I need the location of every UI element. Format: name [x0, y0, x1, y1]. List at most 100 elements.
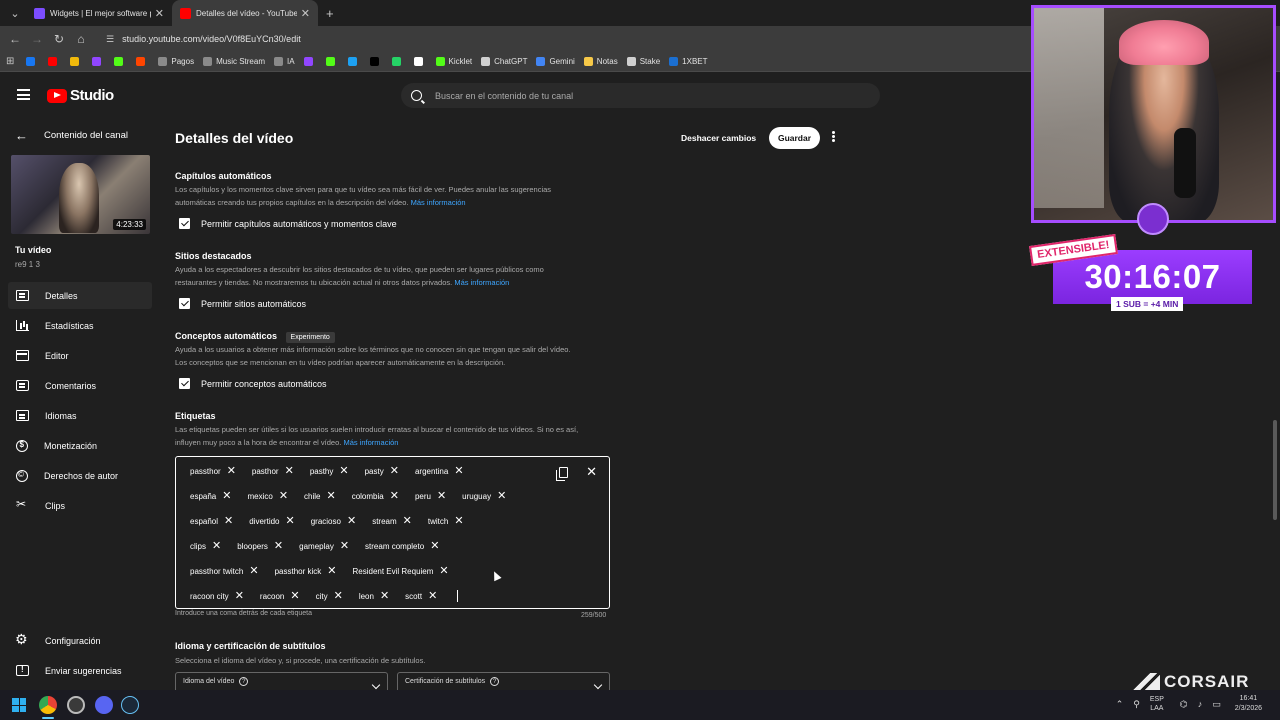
tag-chip[interactable]: stream ✕: [372, 513, 412, 529]
remove-tag-icon[interactable]: ✕: [286, 515, 295, 527]
checkbox-checked-icon[interactable]: [179, 378, 190, 389]
sidebar-item-clips[interactable]: Clips: [8, 492, 152, 519]
microphone-tray-icon[interactable]: ⚲: [1133, 699, 1140, 710]
input-language[interactable]: ESP LAA: [1150, 695, 1164, 713]
tag-chip[interactable]: clips ✕: [190, 538, 221, 554]
remove-tag-icon[interactable]: ✕: [274, 540, 283, 552]
tag-chip[interactable]: divertido ✕: [249, 513, 294, 529]
tag-chip[interactable]: gracioso ✕: [311, 513, 356, 529]
tag-chip[interactable]: colombia ✕: [352, 488, 399, 504]
volume-icon[interactable]: ♪: [1198, 699, 1203, 709]
bookmark-icon[interactable]: [303, 57, 317, 66]
save-button[interactable]: Guardar: [769, 127, 820, 149]
browser-tab-widgets[interactable]: Widgets | El mejor software pa ✕: [26, 0, 172, 26]
tag-chip[interactable]: passthor twitch ✕: [190, 563, 259, 579]
bookmark-ia[interactable]: IA: [273, 57, 295, 66]
remove-tag-icon[interactable]: ✕: [437, 490, 446, 502]
new-tab-button[interactable]: +: [326, 6, 334, 21]
tags-input[interactable]: ✕ passthor ✕ pasthor ✕ pasthy ✕ pasty ✕ argentin…: [175, 456, 610, 609]
tag-chip[interactable]: leon ✕: [359, 588, 389, 604]
tag-chip[interactable]: bloopers ✕: [237, 538, 283, 554]
sidebar-item-editor[interactable]: Editor: [8, 342, 152, 369]
tag-chip[interactable]: mexico ✕: [247, 488, 288, 504]
tag-chip[interactable]: argentina ✕: [415, 463, 464, 479]
more-info-link[interactable]: Más información: [454, 278, 509, 287]
remove-tag-icon[interactable]: ✕: [212, 540, 221, 552]
bookmark-icon[interactable]: [413, 57, 427, 66]
remove-tag-icon[interactable]: ✕: [454, 515, 463, 527]
tag-chip[interactable]: españa ✕: [190, 488, 231, 504]
tag-chip[interactable]: uruguay ✕: [462, 488, 506, 504]
remove-tag-icon[interactable]: ✕: [428, 590, 437, 602]
bookmark-icon[interactable]: [369, 57, 383, 66]
sidebar-item-analytics[interactable]: Estadísticas: [8, 312, 152, 339]
tag-chip[interactable]: pasthy ✕: [310, 463, 349, 479]
sidebar-item-comments[interactable]: Comentarios: [8, 372, 152, 399]
bookmark-chatgpt[interactable]: ChatGPT: [481, 57, 527, 66]
tag-chip[interactable]: español ✕: [190, 513, 233, 529]
chrome-icon[interactable]: [39, 696, 57, 714]
remove-tag-icon[interactable]: ✕: [326, 490, 335, 502]
studio-logo[interactable]: Studio: [47, 87, 114, 104]
reload-icon[interactable]: ↻: [48, 32, 70, 46]
remove-tag-icon[interactable]: ✕: [235, 590, 244, 602]
channel-search-input[interactable]: Buscar en el contenido de tu canal: [401, 83, 880, 108]
remove-tag-icon[interactable]: ✕: [327, 565, 336, 577]
clock[interactable]: 16:41 2/3/2026: [1235, 694, 1262, 714]
bookmark-icon[interactable]: [347, 57, 361, 66]
remove-tag-icon[interactable]: ✕: [222, 490, 231, 502]
undo-changes-button[interactable]: Deshacer cambios: [671, 127, 766, 149]
remove-tag-icon[interactable]: ✕: [403, 515, 412, 527]
help-icon[interactable]: ?: [490, 677, 500, 686]
video-language-dropdown[interactable]: Idioma del vídeo ?: [175, 672, 388, 690]
page-scrollbar[interactable]: [1273, 420, 1277, 520]
remove-tag-icon[interactable]: ✕: [390, 465, 399, 477]
sidebar-item-settings[interactable]: Configuración: [8, 627, 152, 654]
remove-tag-icon[interactable]: ✕: [339, 465, 348, 477]
more-info-link[interactable]: Más información: [411, 198, 466, 207]
tag-chip[interactable]: stream completo ✕: [365, 538, 439, 554]
auto-chapters-checkbox[interactable]: Permitir capítulos automáticos y momento…: [179, 218, 397, 229]
menu-icon[interactable]: [17, 89, 30, 100]
battery-icon[interactable]: ▭: [1212, 699, 1221, 710]
remove-tag-icon[interactable]: ✕: [334, 590, 343, 602]
tag-chip[interactable]: racoon ✕: [260, 588, 300, 604]
remove-tag-icon[interactable]: ✕: [380, 590, 389, 602]
home-icon[interactable]: ⌂: [70, 32, 92, 46]
remove-tag-icon[interactable]: ✕: [430, 540, 439, 552]
bookmark-stake[interactable]: Stake: [626, 57, 660, 66]
remove-tag-icon[interactable]: ✕: [227, 465, 236, 477]
checkbox-checked-icon[interactable]: [179, 298, 190, 309]
sidebar-item-feedback[interactable]: Enviar sugerencias: [8, 657, 152, 684]
auto-concepts-checkbox[interactable]: Permitir conceptos automáticos: [179, 378, 327, 389]
tag-chip[interactable]: Resident Evil Requiem ✕: [352, 563, 448, 579]
remove-tag-icon[interactable]: ✕: [290, 590, 299, 602]
bookmark-icon[interactable]: [26, 57, 39, 66]
chevron-up-icon[interactable]: ⌃: [1116, 699, 1124, 710]
tag-chip[interactable]: scott ✕: [405, 588, 437, 604]
site-info-icon[interactable]: ☰: [106, 34, 114, 45]
remove-tag-icon[interactable]: ✕: [279, 490, 288, 502]
caption-certification-dropdown[interactable]: Certificación de subtítulos ?: [397, 672, 610, 690]
steam-icon[interactable]: [121, 696, 139, 714]
bookmark-icon[interactable]: [48, 57, 61, 66]
back-arrow-icon[interactable]: ←: [4, 32, 26, 46]
tag-chip[interactable]: passthor ✕: [190, 463, 236, 479]
close-tab-icon[interactable]: ✕: [301, 7, 310, 20]
bookmark-kicklet[interactable]: Kicklet: [435, 57, 472, 66]
tag-chip[interactable]: chile ✕: [304, 488, 336, 504]
bookmark-icon[interactable]: [70, 57, 83, 66]
sidebar-item-languages[interactable]: Idiomas: [8, 402, 152, 429]
bookmark-pagos[interactable]: Pagos: [158, 57, 194, 66]
tag-chip[interactable]: twitch ✕: [428, 513, 464, 529]
bookmark-notas[interactable]: Notas: [583, 57, 618, 66]
apps-grid-icon[interactable]: ⊞: [6, 56, 14, 67]
more-options-icon[interactable]: [832, 131, 835, 134]
help-icon[interactable]: ?: [239, 677, 249, 686]
bookmark-1xbet[interactable]: 1XBET: [669, 57, 708, 66]
tab-search-icon[interactable]: ⌄: [4, 2, 26, 24]
tag-chip[interactable]: gameplay ✕: [299, 538, 349, 554]
copy-icon[interactable]: [556, 466, 569, 481]
network-icon[interactable]: ⌬: [1180, 699, 1188, 710]
remove-tag-icon[interactable]: ✕: [224, 515, 233, 527]
